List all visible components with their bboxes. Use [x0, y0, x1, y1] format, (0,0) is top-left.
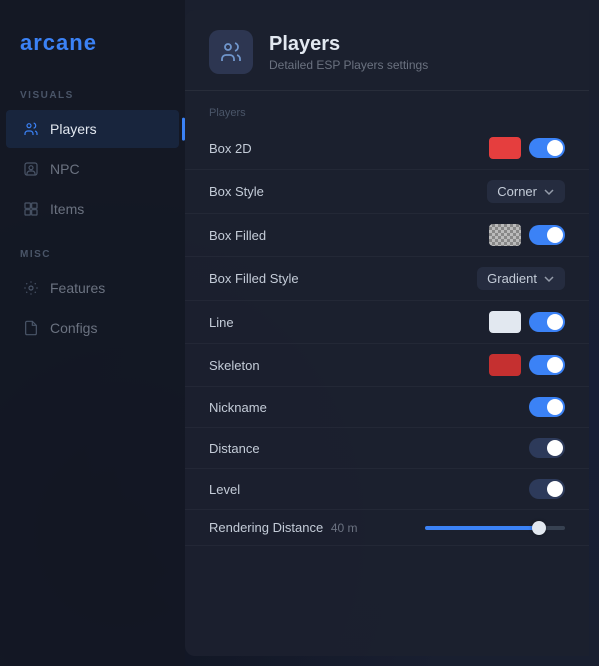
- row-nickname: Nickname: [185, 387, 589, 428]
- distance-label: Distance: [209, 441, 260, 456]
- box-filled-toggle[interactable]: [529, 225, 565, 245]
- box-filled-style-value: Gradient: [487, 271, 537, 286]
- box2d-toggle[interactable]: [529, 138, 565, 158]
- panel-subtitle: Detailed ESP Players settings: [269, 58, 428, 72]
- chevron-down-icon-2: [543, 273, 555, 285]
- row-line: Line: [185, 301, 589, 344]
- skeleton-color-swatch[interactable]: [489, 354, 521, 376]
- misc-section-label: MISC: [0, 245, 185, 268]
- sidebar-item-players[interactable]: Players: [6, 110, 179, 148]
- rendering-distance-value: 40 m: [331, 521, 358, 535]
- box2d-controls: [489, 137, 565, 159]
- items-icon: [22, 200, 40, 218]
- skeleton-label: Skeleton: [209, 358, 260, 373]
- panel-header: Players Detailed ESP Players settings: [185, 10, 589, 91]
- line-toggle[interactable]: [529, 312, 565, 332]
- players-label: Players: [50, 121, 97, 137]
- items-label: Items: [50, 201, 84, 217]
- level-toggle[interactable]: [529, 479, 565, 499]
- panel-header-icon: [209, 30, 253, 74]
- box-style-value: Corner: [497, 184, 537, 199]
- line-color-swatch[interactable]: [489, 311, 521, 333]
- row-rendering-distance: Rendering Distance 40 m: [185, 510, 589, 546]
- box-filled-style-dropdown[interactable]: Gradient: [477, 267, 565, 290]
- line-controls: [489, 311, 565, 333]
- chevron-down-icon: [543, 186, 555, 198]
- row-skeleton: Skeleton: [185, 344, 589, 387]
- nickname-controls: [529, 397, 565, 417]
- box-filled-style-controls: Gradient: [477, 267, 565, 290]
- row-distance: Distance: [185, 428, 589, 469]
- sidebar-item-configs[interactable]: Configs: [6, 309, 179, 347]
- nickname-label: Nickname: [209, 400, 267, 415]
- box-style-dropdown[interactable]: Corner: [487, 180, 565, 203]
- level-label: Level: [209, 482, 240, 497]
- skeleton-controls: [489, 354, 565, 376]
- distance-toggle[interactable]: [529, 438, 565, 458]
- panel-header-text: Players Detailed ESP Players settings: [269, 33, 428, 72]
- logo: arcane: [0, 20, 185, 86]
- row-box-style: Box Style Corner: [185, 170, 589, 214]
- line-label: Line: [209, 315, 234, 330]
- npc-icon: [22, 160, 40, 178]
- box-style-label: Box Style: [209, 184, 264, 199]
- skeleton-toggle[interactable]: [529, 355, 565, 375]
- distance-controls: [529, 438, 565, 458]
- main-panel: Players Detailed ESP Players settings Pl…: [185, 10, 589, 656]
- box-filled-style-label: Box Filled Style: [209, 271, 299, 286]
- features-label: Features: [50, 280, 105, 296]
- rendering-distance-slider-container: [425, 526, 565, 530]
- box2d-color-swatch[interactable]: [489, 137, 521, 159]
- sidebar-item-items[interactable]: Items: [6, 190, 179, 228]
- configs-label: Configs: [50, 320, 97, 336]
- row-box-filled-style: Box Filled Style Gradient: [185, 257, 589, 301]
- sidebar: arcane VISUALS Players: [0, 0, 185, 666]
- configs-icon: [22, 319, 40, 337]
- box2d-label: Box 2D: [209, 141, 252, 156]
- npc-label: NPC: [50, 161, 80, 177]
- level-controls: [529, 479, 565, 499]
- app-container: arcane VISUALS Players: [0, 0, 599, 666]
- box-filled-controls: [489, 224, 565, 246]
- players-icon: [22, 120, 40, 138]
- rendering-distance-label: Rendering Distance 40 m: [209, 520, 358, 535]
- rendering-distance-slider[interactable]: [425, 526, 565, 530]
- sidebar-item-features[interactable]: Features: [6, 269, 179, 307]
- nickname-toggle[interactable]: [529, 397, 565, 417]
- box-filled-color-swatch[interactable]: [489, 224, 521, 246]
- box-style-controls: Corner: [487, 180, 565, 203]
- features-icon: [22, 279, 40, 297]
- row-box-filled: Box Filled: [185, 214, 589, 257]
- row-box2d: Box 2D: [185, 127, 589, 170]
- row-level: Level: [185, 469, 589, 510]
- box-filled-label: Box Filled: [209, 228, 266, 243]
- sidebar-item-npc[interactable]: NPC: [6, 150, 179, 188]
- visuals-section-label: VISUALS: [0, 86, 185, 109]
- panel-title: Players: [269, 33, 428, 56]
- settings-section-label: Players: [185, 91, 589, 127]
